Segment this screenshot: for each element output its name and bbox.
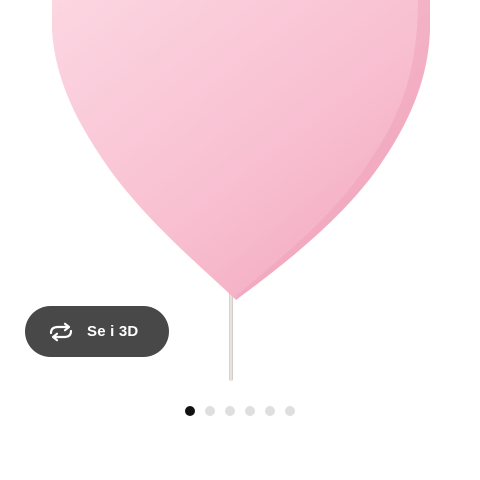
carousel-dot[interactable] [285, 406, 295, 416]
view-in-3d-label: Se i 3D [87, 323, 139, 340]
carousel-dot[interactable] [185, 406, 195, 416]
lamp-stem [229, 292, 233, 381]
rotate-3d-icon [47, 322, 75, 342]
heart-shade [52, 0, 430, 300]
carousel-dot[interactable] [205, 406, 215, 416]
carousel-dot[interactable] [265, 406, 275, 416]
carousel-pagination [0, 404, 480, 418]
view-in-3d-button[interactable]: Se i 3D [25, 306, 169, 357]
product-gallery: Se i 3D [0, 0, 480, 480]
carousel-dot[interactable] [225, 406, 235, 416]
carousel-dot[interactable] [245, 406, 255, 416]
